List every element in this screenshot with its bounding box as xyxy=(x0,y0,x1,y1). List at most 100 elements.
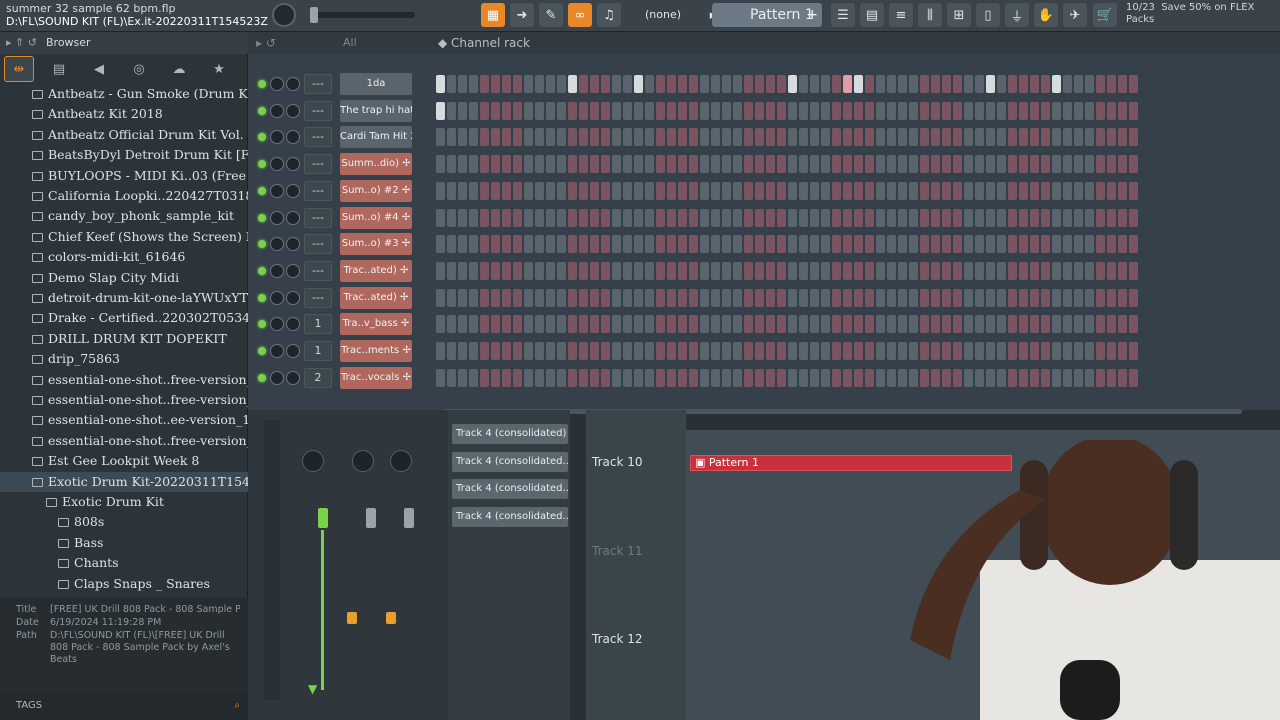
step-button[interactable] xyxy=(447,315,456,334)
step-button[interactable] xyxy=(535,235,544,254)
step-button[interactable] xyxy=(590,155,599,174)
step-button[interactable] xyxy=(898,368,907,387)
step-button[interactable] xyxy=(469,155,478,174)
browser-folder-item[interactable]: Est Gee Lookpit Week 8 xyxy=(0,451,248,471)
step-button[interactable] xyxy=(1085,235,1094,254)
channel-volume-knob[interactable] xyxy=(286,344,300,358)
step-button[interactable] xyxy=(777,208,786,227)
step-button[interactable] xyxy=(524,128,533,147)
touch-controller-button[interactable]: ✋ xyxy=(1034,3,1058,27)
step-button[interactable] xyxy=(590,315,599,334)
step-button[interactable] xyxy=(667,181,676,200)
channel-mixer-track[interactable]: --- xyxy=(304,154,332,175)
step-button[interactable] xyxy=(711,208,720,227)
step-button[interactable] xyxy=(634,155,643,174)
step-button[interactable] xyxy=(766,235,775,254)
step-button[interactable] xyxy=(1030,315,1039,334)
tags-bar[interactable]: TAGS ⌕ xyxy=(0,692,248,720)
step-button[interactable] xyxy=(1052,75,1061,93)
step-button[interactable] xyxy=(436,75,445,93)
step-button[interactable] xyxy=(1063,342,1072,360)
step-button[interactable] xyxy=(1107,288,1116,307)
step-button[interactable] xyxy=(821,342,830,360)
step-button[interactable] xyxy=(898,288,907,307)
channel-led[interactable] xyxy=(258,106,266,115)
step-button[interactable] xyxy=(546,368,555,387)
step-button[interactable] xyxy=(557,128,566,147)
step-button[interactable] xyxy=(744,235,753,254)
step-button[interactable] xyxy=(942,288,951,307)
step-button[interactable] xyxy=(1096,315,1105,334)
step-button[interactable] xyxy=(678,315,687,334)
step-button[interactable] xyxy=(645,315,654,334)
step-button[interactable] xyxy=(524,261,533,280)
step-button[interactable] xyxy=(623,75,632,93)
step-button[interactable] xyxy=(854,128,863,147)
send-indicator[interactable] xyxy=(386,612,396,624)
step-button[interactable] xyxy=(1118,101,1127,120)
step-button[interactable] xyxy=(1063,128,1072,147)
step-button[interactable] xyxy=(601,101,610,120)
send-indicator[interactable] xyxy=(347,612,357,624)
step-button[interactable] xyxy=(1096,288,1105,307)
step-button[interactable] xyxy=(590,368,599,387)
step-button[interactable] xyxy=(832,235,841,254)
step-button[interactable] xyxy=(447,368,456,387)
step-button[interactable] xyxy=(678,235,687,254)
step-button[interactable] xyxy=(799,75,808,93)
step-button[interactable] xyxy=(898,101,907,120)
channel-mixer-track[interactable]: --- xyxy=(304,74,332,94)
step-button[interactable] xyxy=(447,208,456,227)
step-button[interactable] xyxy=(1019,128,1028,147)
step-button[interactable] xyxy=(700,261,709,280)
step-button[interactable] xyxy=(953,128,962,147)
step-button[interactable] xyxy=(1019,342,1028,360)
step-button[interactable] xyxy=(689,181,698,200)
channel-mixer-track[interactable]: --- xyxy=(304,127,332,148)
step-button[interactable] xyxy=(436,288,445,307)
step-button[interactable] xyxy=(612,261,621,280)
step-button[interactable] xyxy=(579,208,588,227)
search-icon[interactable]: ⌕ xyxy=(234,692,240,720)
step-button[interactable] xyxy=(601,75,610,93)
step-button[interactable] xyxy=(513,101,522,120)
step-button[interactable] xyxy=(997,101,1006,120)
step-button[interactable] xyxy=(480,181,489,200)
project-browser-button[interactable]: ▯ xyxy=(976,3,1000,27)
step-button[interactable] xyxy=(744,208,753,227)
step-button[interactable] xyxy=(601,155,610,174)
step-button[interactable] xyxy=(612,128,621,147)
step-button[interactable] xyxy=(920,235,929,254)
channel-mixer-track[interactable]: 2 xyxy=(304,367,332,388)
step-button[interactable] xyxy=(535,101,544,120)
step-button[interactable] xyxy=(843,315,852,334)
tab-favorites[interactable]: ★ xyxy=(204,56,234,82)
step-button[interactable] xyxy=(513,342,522,360)
step-button[interactable] xyxy=(909,101,918,120)
step-button[interactable] xyxy=(1041,368,1050,387)
step-button[interactable] xyxy=(997,342,1006,360)
step-button[interactable] xyxy=(821,75,830,93)
step-button[interactable] xyxy=(469,368,478,387)
step-button[interactable] xyxy=(513,155,522,174)
step-button[interactable] xyxy=(1019,235,1028,254)
step-button[interactable] xyxy=(535,208,544,227)
step-button[interactable] xyxy=(832,368,841,387)
step-button[interactable] xyxy=(832,155,841,174)
playlist-track-label[interactable]: Track 12 xyxy=(592,632,642,646)
step-button[interactable] xyxy=(843,155,852,174)
step-button[interactable] xyxy=(799,315,808,334)
step-button[interactable] xyxy=(887,288,896,307)
step-button[interactable] xyxy=(546,101,555,120)
step-button[interactable] xyxy=(733,235,742,254)
step-button[interactable] xyxy=(601,315,610,334)
step-button[interactable] xyxy=(964,342,973,360)
step-button[interactable] xyxy=(502,368,511,387)
step-button[interactable] xyxy=(810,181,819,200)
mixer-insert-item[interactable]: Track 4 (consolidated... xyxy=(452,479,568,499)
step-button[interactable] xyxy=(722,288,731,307)
step-button[interactable] xyxy=(821,368,830,387)
step-button[interactable] xyxy=(1107,101,1116,120)
step-button[interactable] xyxy=(480,128,489,147)
channel-pan-knob[interactable] xyxy=(270,344,284,358)
